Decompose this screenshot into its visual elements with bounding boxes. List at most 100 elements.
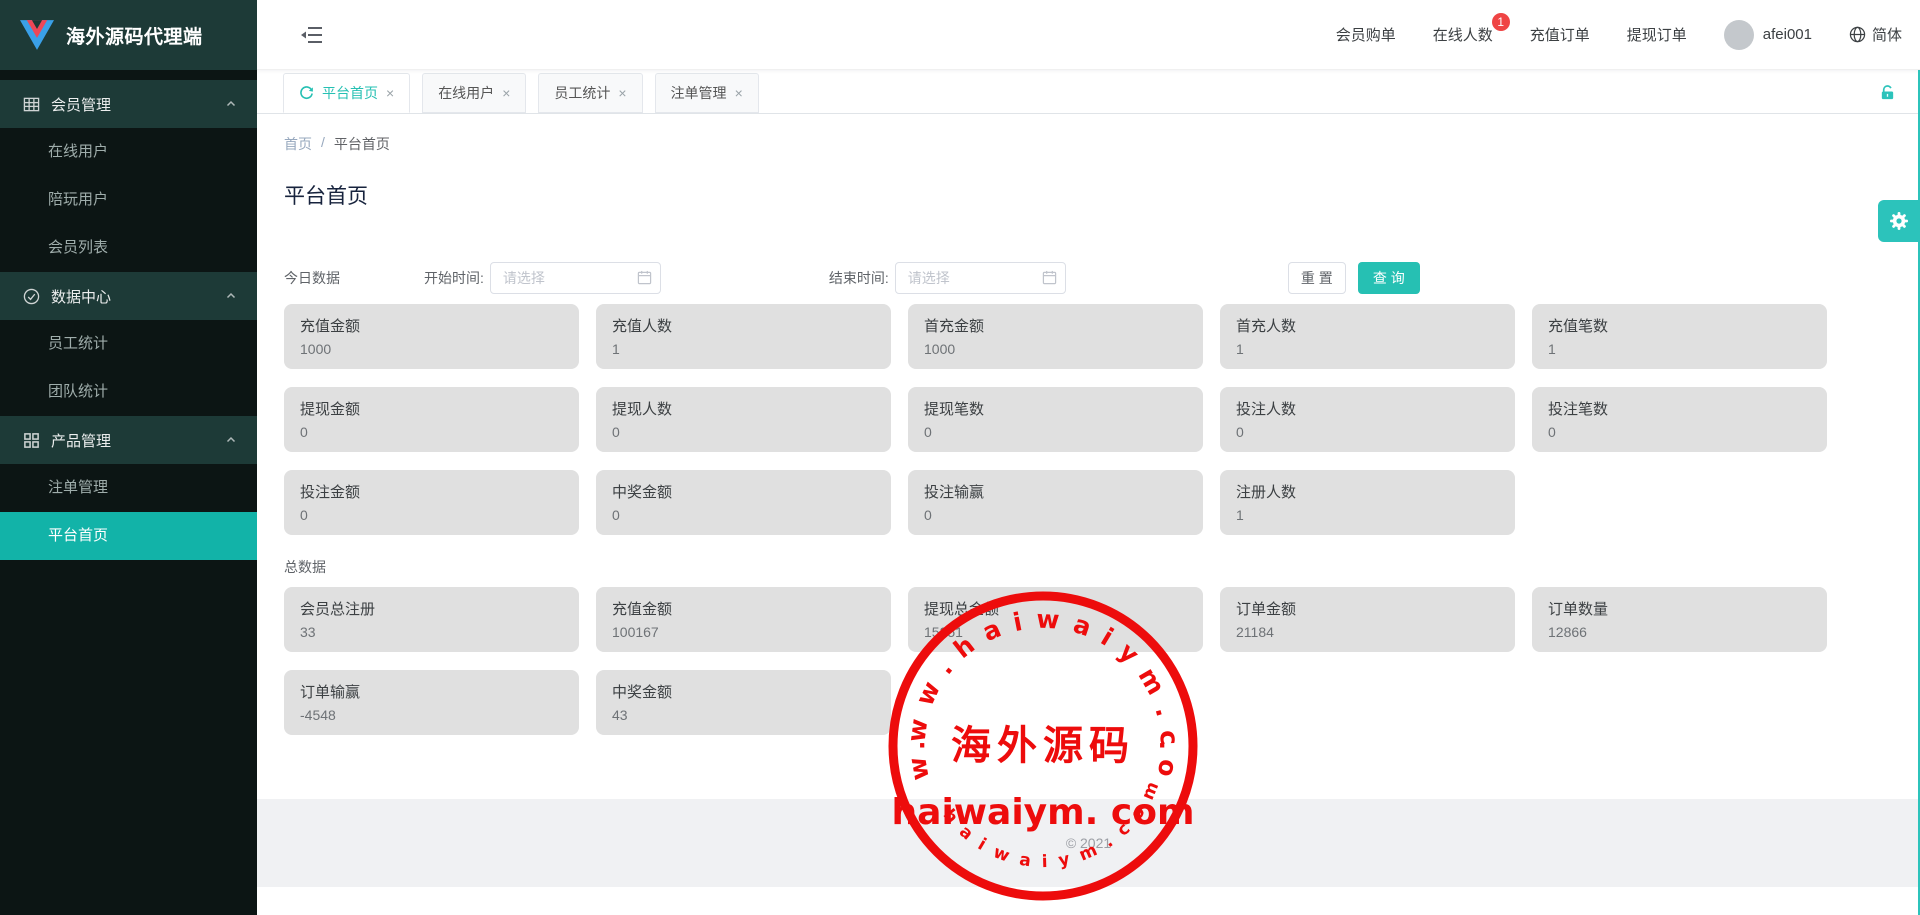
logo-bar: 海外源码代理端	[0, 0, 257, 70]
stat-card: 订单数量12866	[1532, 587, 1827, 652]
main-content: 首页 / 平台首页 平台首页 今日数据 开始时间: 结束时间: 重 置 查 询 …	[257, 114, 1920, 915]
chevron-up-icon	[225, 434, 237, 446]
stat-card: 充值金额100167	[596, 587, 891, 652]
app-title: 海外源码代理端	[66, 22, 203, 49]
language-label: 简体	[1872, 24, 1902, 45]
stat-card: 充值金额1000	[284, 304, 579, 369]
sidebar-item-online-users[interactable]: 在线用户	[0, 128, 257, 176]
stat-card: 中奖金额43	[596, 670, 891, 735]
stat-card: 订单金额21184	[1220, 587, 1515, 652]
tab-bar: 平台首页 × 在线用户 × 员工统计 × 注单管理 ×	[257, 70, 1920, 114]
breadcrumb-home[interactable]: 首页	[284, 134, 312, 154]
sidebar-group-label: 产品管理	[51, 430, 111, 451]
globe-icon	[1849, 26, 1866, 43]
stat-card: 提现总金额15251	[908, 587, 1203, 652]
check-circle-icon	[23, 288, 40, 305]
stat-card: 投注人数0	[1220, 387, 1515, 452]
stat-card: 首充金额1000	[908, 304, 1203, 369]
close-icon[interactable]: ×	[735, 85, 743, 101]
sidebar-group-product-mgmt[interactable]: 产品管理	[0, 416, 257, 464]
breadcrumb: 首页 / 平台首页	[284, 134, 1920, 154]
sidebar-item-platform-home[interactable]: 平台首页	[0, 512, 257, 560]
total-section-label: 总数据	[284, 557, 1920, 577]
close-icon[interactable]: ×	[618, 85, 626, 101]
start-time-label: 开始时间:	[424, 268, 484, 288]
tab-label: 在线用户	[438, 83, 494, 103]
end-time-label: 结束时间:	[829, 268, 889, 288]
tab-label: 注单管理	[671, 83, 727, 103]
tab-bet-orders[interactable]: 注单管理 ×	[655, 73, 759, 113]
today-stats-grid: 充值金额1000 充值人数1 首充金额1000 首充人数1 充值笔数1 提现金额…	[284, 304, 1893, 535]
start-date-wrap	[490, 262, 661, 294]
tab-online-users[interactable]: 在线用户 ×	[422, 73, 526, 113]
stat-card: 会员总注册33	[284, 587, 579, 652]
stat-card: 提现人数0	[596, 387, 891, 452]
stat-card: 投注金额0	[284, 470, 579, 535]
language-switcher[interactable]: 简体	[1849, 24, 1902, 45]
sidebar-group-label: 会员管理	[51, 94, 111, 115]
stat-card: 充值笔数1	[1532, 304, 1827, 369]
sidebar-collapse-icon[interactable]	[301, 26, 322, 44]
sidebar-item-staff-stats[interactable]: 员工统计	[0, 320, 257, 368]
stat-card: 提现笔数0	[908, 387, 1203, 452]
end-date-wrap	[895, 262, 1066, 294]
copyright: © 2021	[1066, 835, 1111, 851]
stat-card: 提现金额0	[284, 387, 579, 452]
stat-card: 订单输赢-4548	[284, 670, 579, 735]
today-section-label: 今日数据	[284, 268, 340, 288]
top-navbar: 会员购单 在线人数 1 充值订单 提现订单 afei001 简体	[257, 0, 1920, 70]
sidebar-menu: 会员管理 在线用户 陪玩用户 会员列表 数据中心 员工统计 团队统计 产品管理	[0, 70, 257, 560]
table-icon	[23, 96, 40, 113]
close-icon[interactable]: ×	[502, 85, 510, 101]
tab-staff-stats[interactable]: 员工统计 ×	[538, 73, 642, 113]
calendar-icon	[1042, 270, 1057, 285]
total-stats-grid: 会员总注册33 充值金额100167 提现总金额15251 订单金额21184 …	[284, 587, 1893, 735]
refresh-icon[interactable]	[299, 86, 314, 101]
reset-button[interactable]: 重 置	[1288, 262, 1346, 294]
sidebar-group-data-center[interactable]: 数据中心	[0, 272, 257, 320]
avatar	[1724, 20, 1754, 50]
online-count-badge: 1	[1492, 13, 1510, 31]
tab-platform-home[interactable]: 平台首页 ×	[283, 73, 410, 113]
tab-label: 员工统计	[554, 83, 610, 103]
filter-buttons: 重 置 查 询	[1288, 262, 1420, 294]
username: afei001	[1763, 26, 1812, 43]
stat-card: 投注输赢0	[908, 470, 1203, 535]
stat-card: 投注笔数0	[1532, 387, 1827, 452]
unlock-icon[interactable]	[1879, 84, 1896, 101]
sidebar-item-bet-orders[interactable]: 注单管理	[0, 464, 257, 512]
stat-card: 首充人数1	[1220, 304, 1515, 369]
nav-member-orders[interactable]: 会员购单	[1336, 24, 1396, 45]
sidebar-item-team-stats[interactable]: 团队统计	[0, 368, 257, 416]
start-date-input[interactable]	[490, 262, 661, 294]
stat-card: 中奖金额0	[596, 470, 891, 535]
chevron-up-icon	[225, 98, 237, 110]
close-icon[interactable]: ×	[386, 85, 394, 101]
nav-withdraw-orders[interactable]: 提现订单	[1627, 24, 1687, 45]
query-button[interactable]: 查 询	[1358, 262, 1420, 294]
settings-gear-button[interactable]	[1878, 200, 1920, 242]
calendar-icon	[637, 270, 652, 285]
sidebar: 海外源码代理端 会员管理 在线用户 陪玩用户 会员列表 数据中心 员工统计	[0, 0, 257, 915]
navbar-right: 会员购单 在线人数 1 充值订单 提现订单 afei001 简体	[1336, 20, 1920, 50]
grid-icon	[23, 432, 40, 449]
end-date-input[interactable]	[895, 262, 1066, 294]
sidebar-group-label: 数据中心	[51, 286, 111, 307]
breadcrumb-current: 平台首页	[334, 134, 390, 154]
footer: © 2021	[257, 799, 1920, 887]
gear-icon	[1887, 209, 1911, 233]
tab-label: 平台首页	[322, 83, 378, 103]
stat-card: 注册人数1	[1220, 470, 1515, 535]
sidebar-item-playmate-users[interactable]: 陪玩用户	[0, 176, 257, 224]
sidebar-group-member-mgmt[interactable]: 会员管理	[0, 80, 257, 128]
breadcrumb-separator: /	[321, 134, 325, 154]
user-menu[interactable]: afei001	[1724, 20, 1812, 50]
filter-row: 今日数据 开始时间: 结束时间: 重 置 查 询	[284, 262, 1893, 294]
vue-logo-icon	[20, 20, 54, 50]
sidebar-item-member-list[interactable]: 会员列表	[0, 224, 257, 272]
stat-card: 充值人数1	[596, 304, 891, 369]
nav-online-count[interactable]: 在线人数 1	[1433, 24, 1493, 45]
nav-recharge-orders[interactable]: 充值订单	[1530, 24, 1590, 45]
page-title: 平台首页	[284, 180, 1920, 210]
chevron-up-icon	[225, 290, 237, 302]
